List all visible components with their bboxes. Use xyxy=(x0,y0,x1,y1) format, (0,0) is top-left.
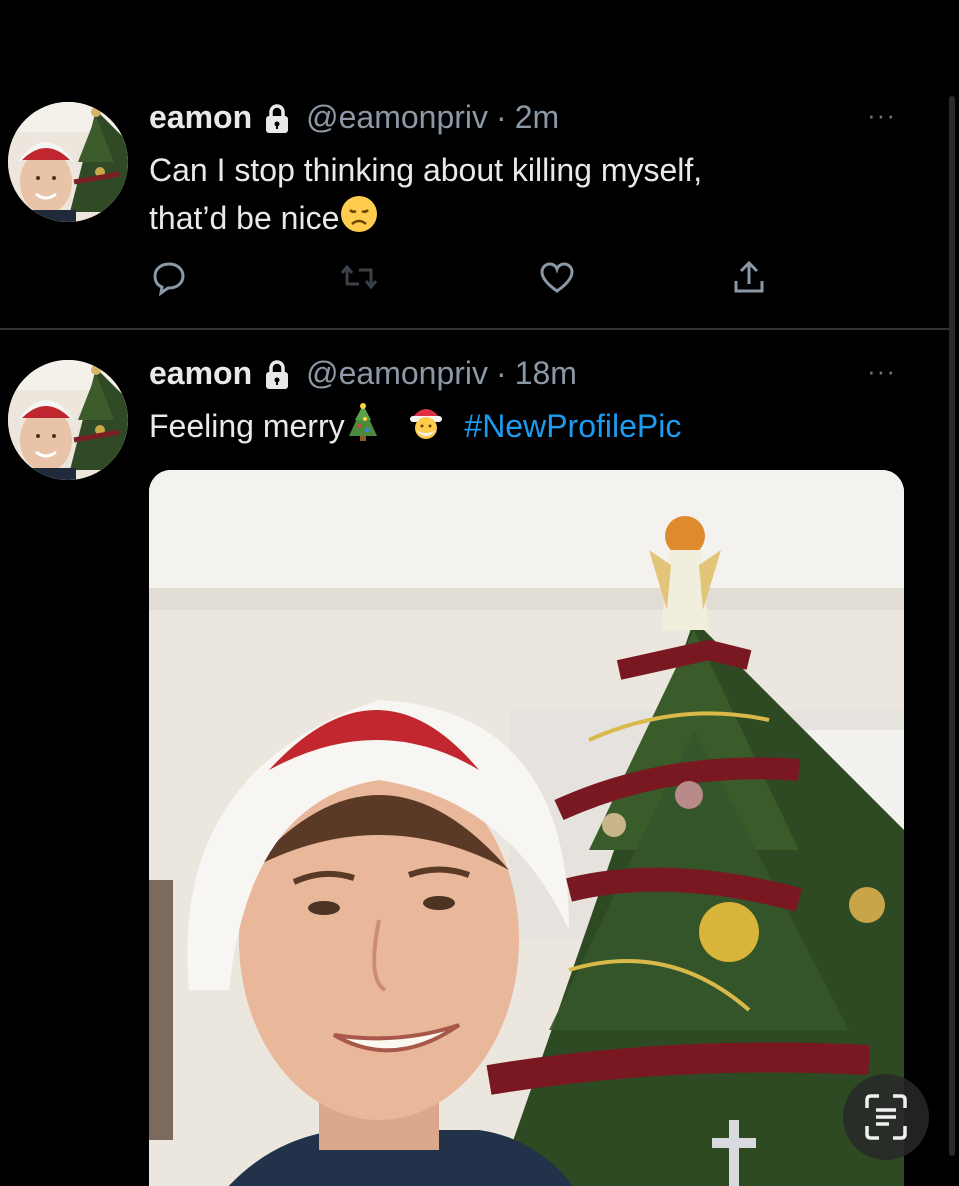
selfie-photo xyxy=(149,470,904,1186)
tweet-media-image[interactable] xyxy=(149,470,904,1186)
avatar[interactable] xyxy=(8,102,128,222)
lock-icon xyxy=(264,103,290,134)
tweet-text-line: that’d be nice xyxy=(149,200,340,236)
display-name[interactable]: eamon xyxy=(149,355,252,392)
tweet-header: eamon @eamonpriv · 2m xyxy=(149,99,559,136)
separator: · xyxy=(496,355,507,391)
divider xyxy=(0,328,950,330)
text-scan-button[interactable] xyxy=(843,1074,929,1160)
tweet-text: Can I stop thinking about killing myself… xyxy=(149,146,869,247)
retweet-icon[interactable] xyxy=(339,258,379,298)
more-options-icon[interactable]: ··· xyxy=(867,358,896,384)
disappointed-face-emoji xyxy=(339,194,379,247)
christmas-tree-emoji xyxy=(345,402,381,455)
tweet[interactable]: eamon @eamonpriv · 18m ··· Feeling merry xyxy=(0,352,950,1186)
reply-icon[interactable] xyxy=(149,258,189,298)
handle[interactable]: @eamonpriv xyxy=(306,99,488,136)
avatar[interactable] xyxy=(8,360,128,480)
timestamp[interactable]: 2m xyxy=(515,99,559,136)
avatar-photo xyxy=(8,360,128,480)
text-scan-icon xyxy=(865,1094,907,1140)
tweet[interactable]: eamon @eamonpriv · 2m ··· Can I stop thi… xyxy=(0,96,950,328)
tweet-header: eamon @eamonpriv · 18m xyxy=(149,355,577,392)
handle[interactable]: @eamonpriv xyxy=(306,355,488,392)
timestamp[interactable]: 18m xyxy=(515,355,577,392)
separator: · xyxy=(496,99,507,135)
santa-emoji xyxy=(406,402,446,455)
hashtag-link[interactable]: #NewProfilePic xyxy=(464,408,681,444)
tweet-text-line: Can I stop thinking about killing myself… xyxy=(149,152,703,188)
avatar-photo xyxy=(8,102,128,222)
display-name[interactable]: eamon xyxy=(149,99,252,136)
timeline: eamon @eamonpriv · 2m ··· Can I stop thi… xyxy=(0,0,959,1186)
tweet-text-line: Feeling merry xyxy=(149,408,345,444)
tweet-text: Feeling merry #NewProfilePic xyxy=(149,402,869,455)
more-options-icon[interactable]: ··· xyxy=(867,102,896,128)
share-icon[interactable] xyxy=(729,258,769,298)
like-icon[interactable] xyxy=(537,258,577,298)
lock-icon xyxy=(264,359,290,390)
tweet-actions xyxy=(149,258,789,298)
